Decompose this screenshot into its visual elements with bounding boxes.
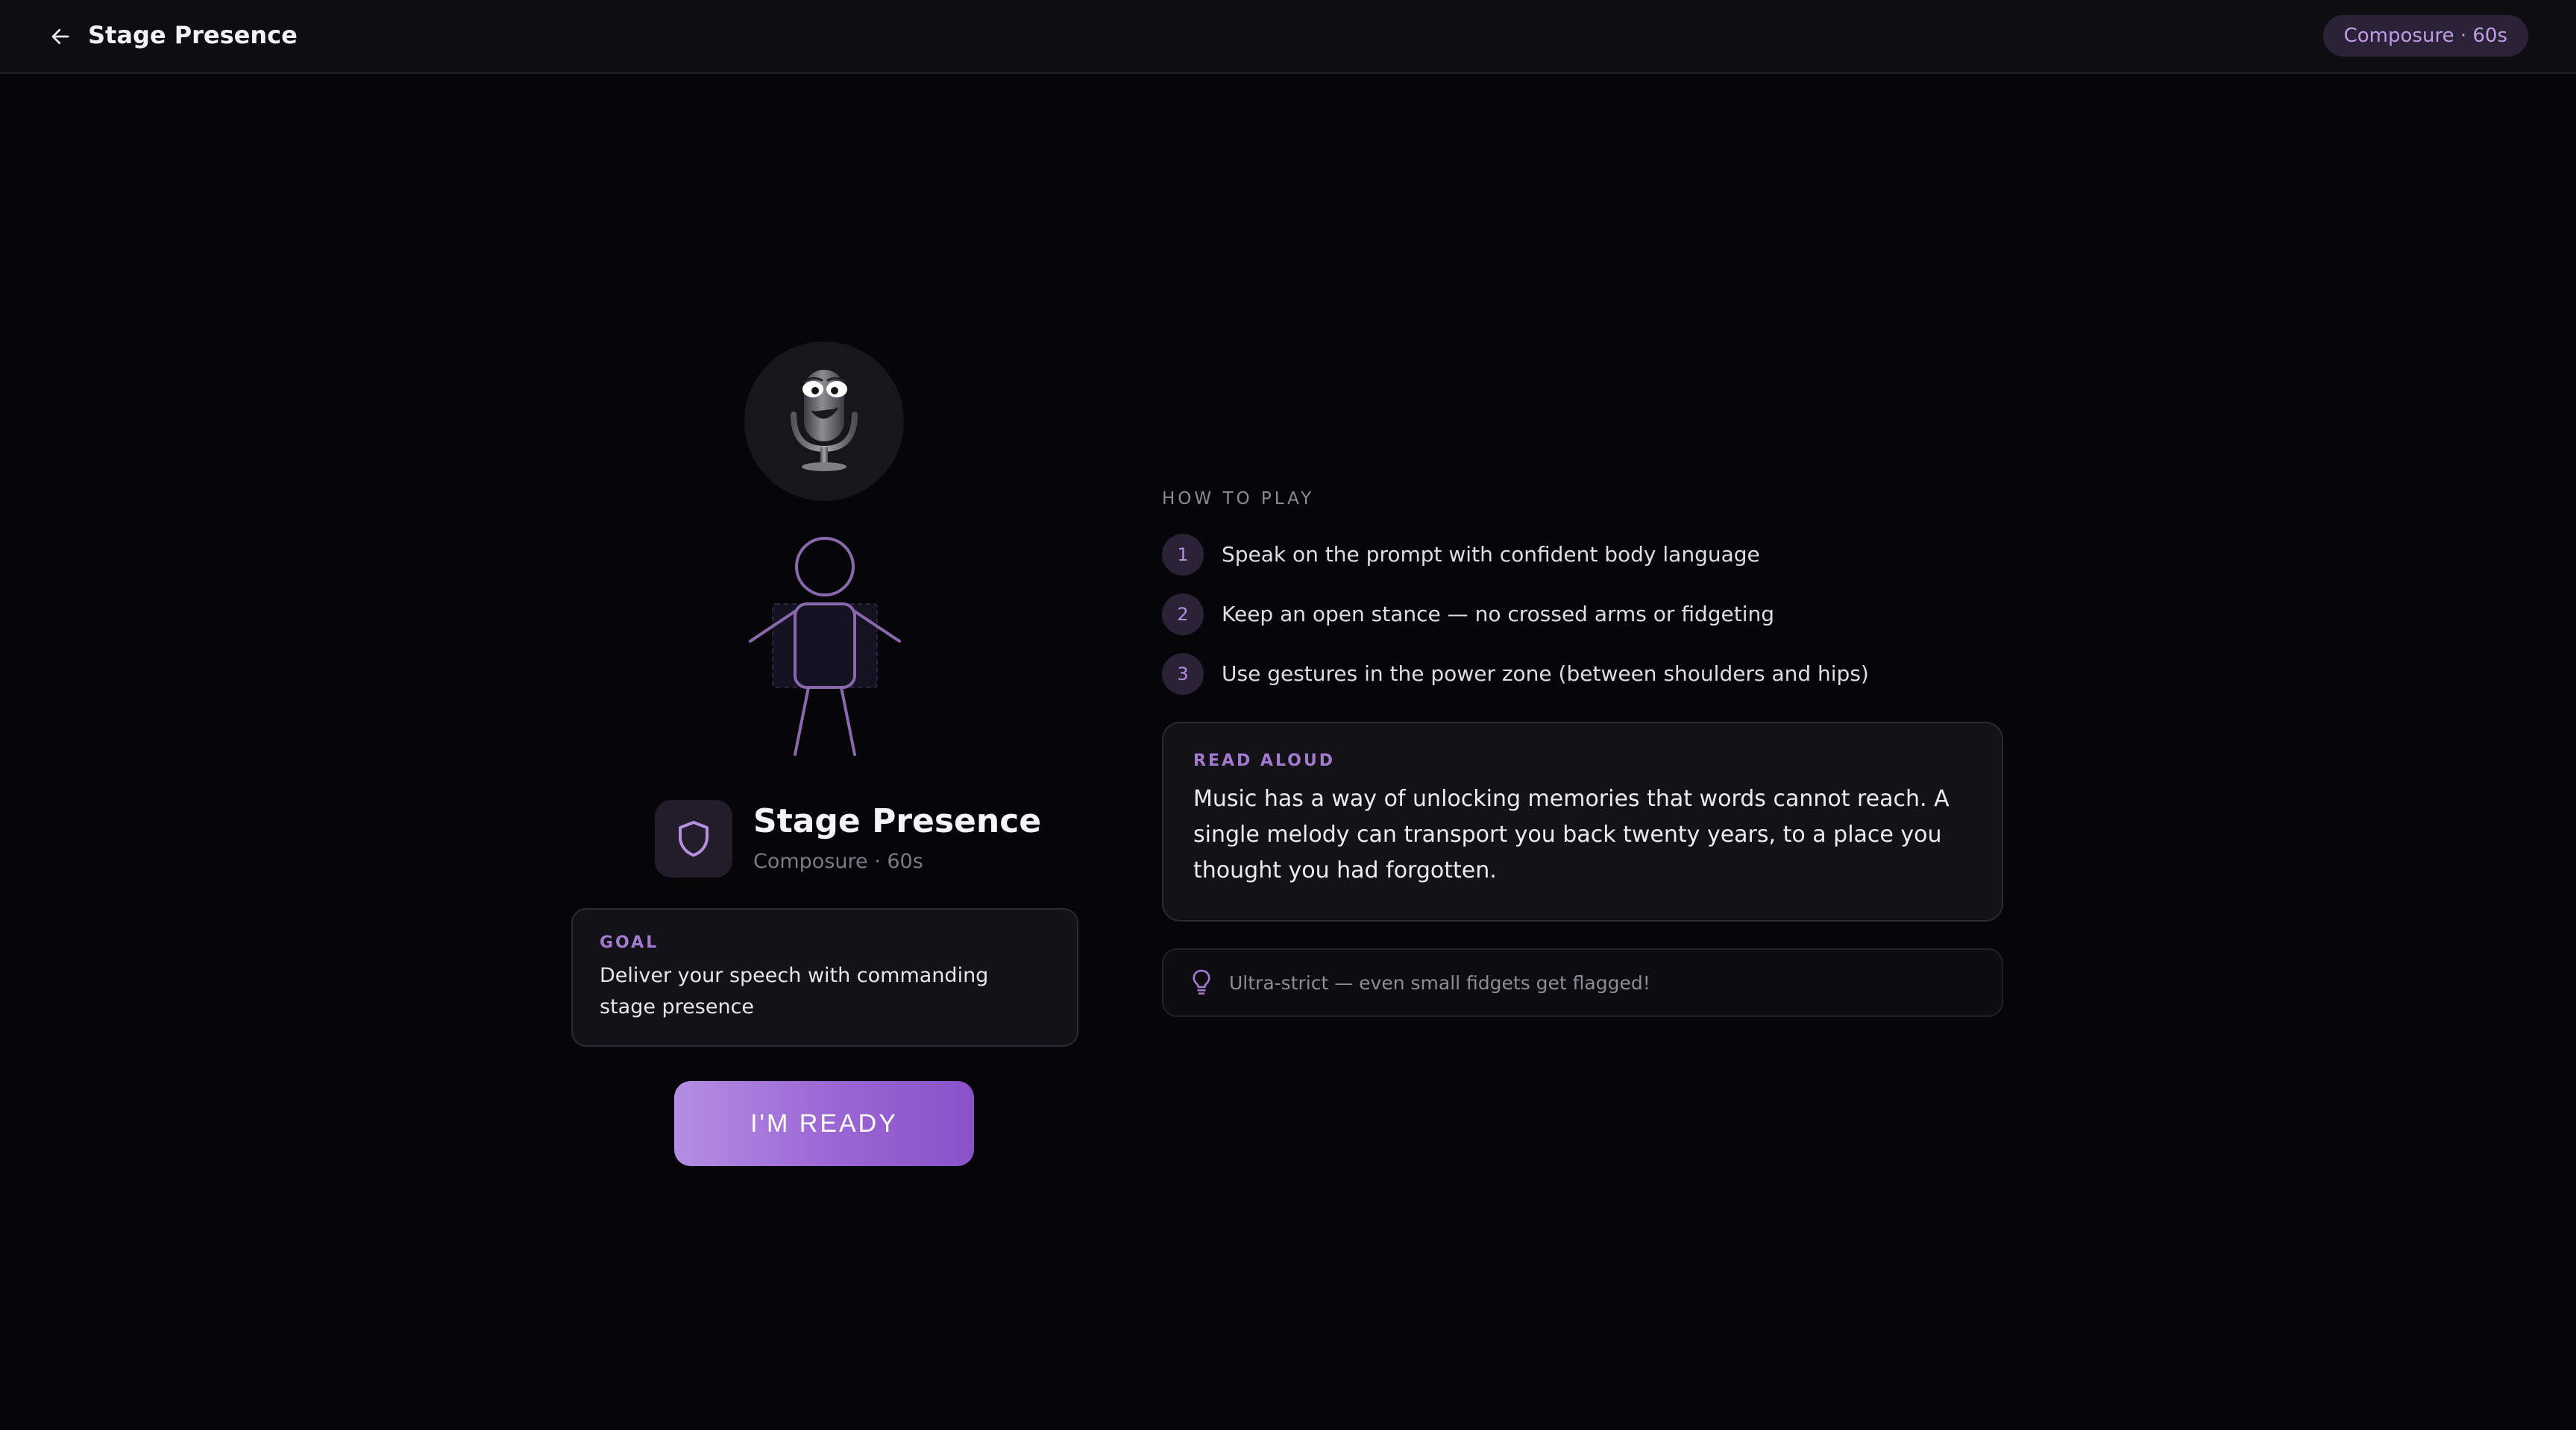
category-tile xyxy=(655,800,732,878)
page-title: Stage Presence xyxy=(88,21,298,49)
how-to-play-steps: 1 Speak on the prompt with confident bod… xyxy=(1162,534,1982,713)
step-item: 2 Keep an open stance — no crossed arms … xyxy=(1162,593,1982,635)
lightbulb-icon xyxy=(1193,969,1210,995)
step-number: 2 xyxy=(1162,593,1204,635)
how-to-play-label: HOW TO PLAY xyxy=(1162,489,1315,508)
top-bar: Stage Presence Composure · 60s xyxy=(0,0,2576,74)
game-title-block: Stage Presence Composure · 60s xyxy=(655,799,1041,878)
step-item: 3 Use gestures in the power zone (betwee… xyxy=(1162,653,1982,695)
tip-card: Ultra-strict — even small fidgets get fl… xyxy=(1162,948,2003,1017)
read-aloud-label: READ ALOUD xyxy=(1193,752,1336,770)
back-button[interactable] xyxy=(43,19,78,54)
goal-card: GOAL Deliver your speech with commanding… xyxy=(571,908,1078,1047)
goal-label: GOAL xyxy=(600,933,659,952)
microphone-mascot-icon xyxy=(791,370,858,471)
read-aloud-card: READ ALOUD Music has a way of unlocking … xyxy=(1162,722,2003,922)
arrow-left-icon xyxy=(51,28,69,45)
step-number: 1 xyxy=(1162,534,1204,576)
read-aloud-text: Music has a way of unlocking memories th… xyxy=(1193,786,1950,883)
game-title: Stage Presence xyxy=(753,802,1042,840)
category-badge: Composure · 60s xyxy=(2322,15,2528,57)
body-pose-figure xyxy=(749,537,901,756)
tip-text: Ultra-strict — even small fidgets get fl… xyxy=(1229,971,1650,994)
step-item: 1 Speak on the prompt with confident bod… xyxy=(1162,534,1982,576)
ready-button[interactable]: I'M READY xyxy=(674,1081,974,1166)
goal-text: Deliver your speech with commanding stag… xyxy=(600,964,989,1018)
step-text: Speak on the prompt with confident body … xyxy=(1222,542,1760,567)
step-number: 3 xyxy=(1162,653,1204,695)
mascot-avatar xyxy=(744,341,904,501)
game-subtitle: Composure · 60s xyxy=(753,850,923,873)
step-text: Keep an open stance — no crossed arms or… xyxy=(1222,602,1775,626)
shield-icon xyxy=(679,821,709,857)
step-text: Use gestures in the power zone (between … xyxy=(1222,661,1869,686)
